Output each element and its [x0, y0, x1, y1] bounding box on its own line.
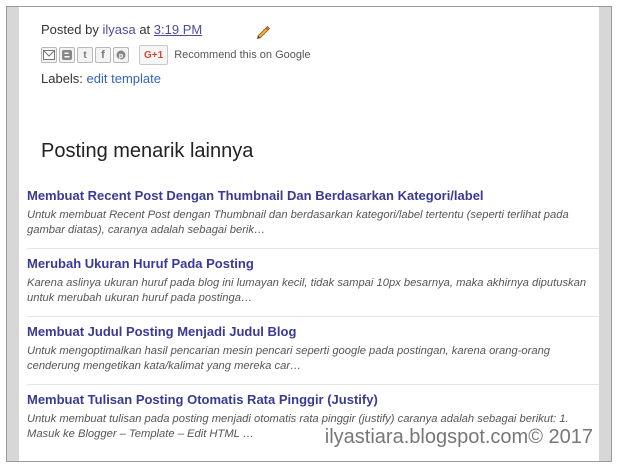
post-content: Posted by ilyasa at 3:19 PM t f p G+1 Re… — [19, 7, 599, 461]
recommend-text: Recommend this on Google — [174, 49, 311, 61]
related-post-item: Membuat Recent Post Dengan Thumbnail Dan… — [27, 181, 599, 249]
related-post-item: Merubah Ukuran Huruf Pada Posting Karena… — [27, 249, 599, 317]
facebook-share-button[interactable]: f — [95, 47, 111, 63]
left-gutter — [7, 7, 19, 461]
share-bar: t f p G+1 Recommend this on Google — [41, 45, 311, 65]
post-labels: Labels: edit template — [41, 71, 161, 86]
blogger-icon — [62, 50, 72, 60]
related-posts-heading: Posting menarik lainnya — [41, 140, 254, 162]
google-plus-one-button[interactable]: G+1 — [139, 45, 169, 65]
related-post-title[interactable]: Membuat Recent Post Dengan Thumbnail Dan… — [27, 188, 599, 204]
at-label: at — [139, 22, 151, 37]
twitter-icon: t — [83, 49, 87, 61]
screenshot-frame: Posted by ilyasa at 3:19 PM t f p G+1 Re… — [6, 6, 612, 462]
related-post-title[interactable]: Membuat Tulisan Posting Otomatis Rata Pi… — [27, 392, 599, 408]
right-gutter — [599, 7, 611, 461]
author-link[interactable]: ilyasa — [102, 22, 135, 37]
labels-caption: Labels: — [41, 71, 83, 86]
related-posts-list: Membuat Recent Post Dengan Thumbnail Dan… — [27, 181, 599, 453]
email-share-button[interactable] — [41, 47, 57, 63]
email-icon — [43, 50, 55, 60]
related-post-snippet: Karena aslinya ukuran huruf pada blog in… — [27, 277, 587, 304]
post-footer-byline: Posted by ilyasa at 3:19 PM — [41, 22, 202, 37]
label-link-edit-template[interactable]: edit template — [87, 71, 161, 86]
blogthis-share-button[interactable] — [59, 47, 75, 63]
svg-text:p: p — [119, 53, 123, 60]
related-post-snippet: Untuk mengoptimalkan hasil pencarian mes… — [27, 345, 551, 372]
related-post-title[interactable]: Merubah Ukuran Huruf Pada Posting — [27, 256, 599, 272]
posted-by-label: Posted by — [41, 22, 99, 37]
pinterest-share-button[interactable]: p — [113, 47, 129, 63]
related-post-title[interactable]: Membuat Judul Posting Menjadi Judul Blog — [27, 324, 599, 340]
edit-pencil-icon[interactable] — [255, 23, 271, 39]
twitter-share-button[interactable]: t — [77, 47, 93, 63]
related-post-item: Membuat Judul Posting Menjadi Judul Blog… — [27, 317, 599, 385]
facebook-icon: f — [101, 49, 105, 61]
pinterest-icon: p — [116, 50, 126, 60]
post-time-link[interactable]: 3:19 PM — [154, 22, 202, 37]
watermark-text: ilyastiara.blogspot.com© 2017 — [324, 426, 593, 448]
related-post-snippet: Untuk membuat Recent Post dengan Thumbna… — [27, 209, 569, 236]
